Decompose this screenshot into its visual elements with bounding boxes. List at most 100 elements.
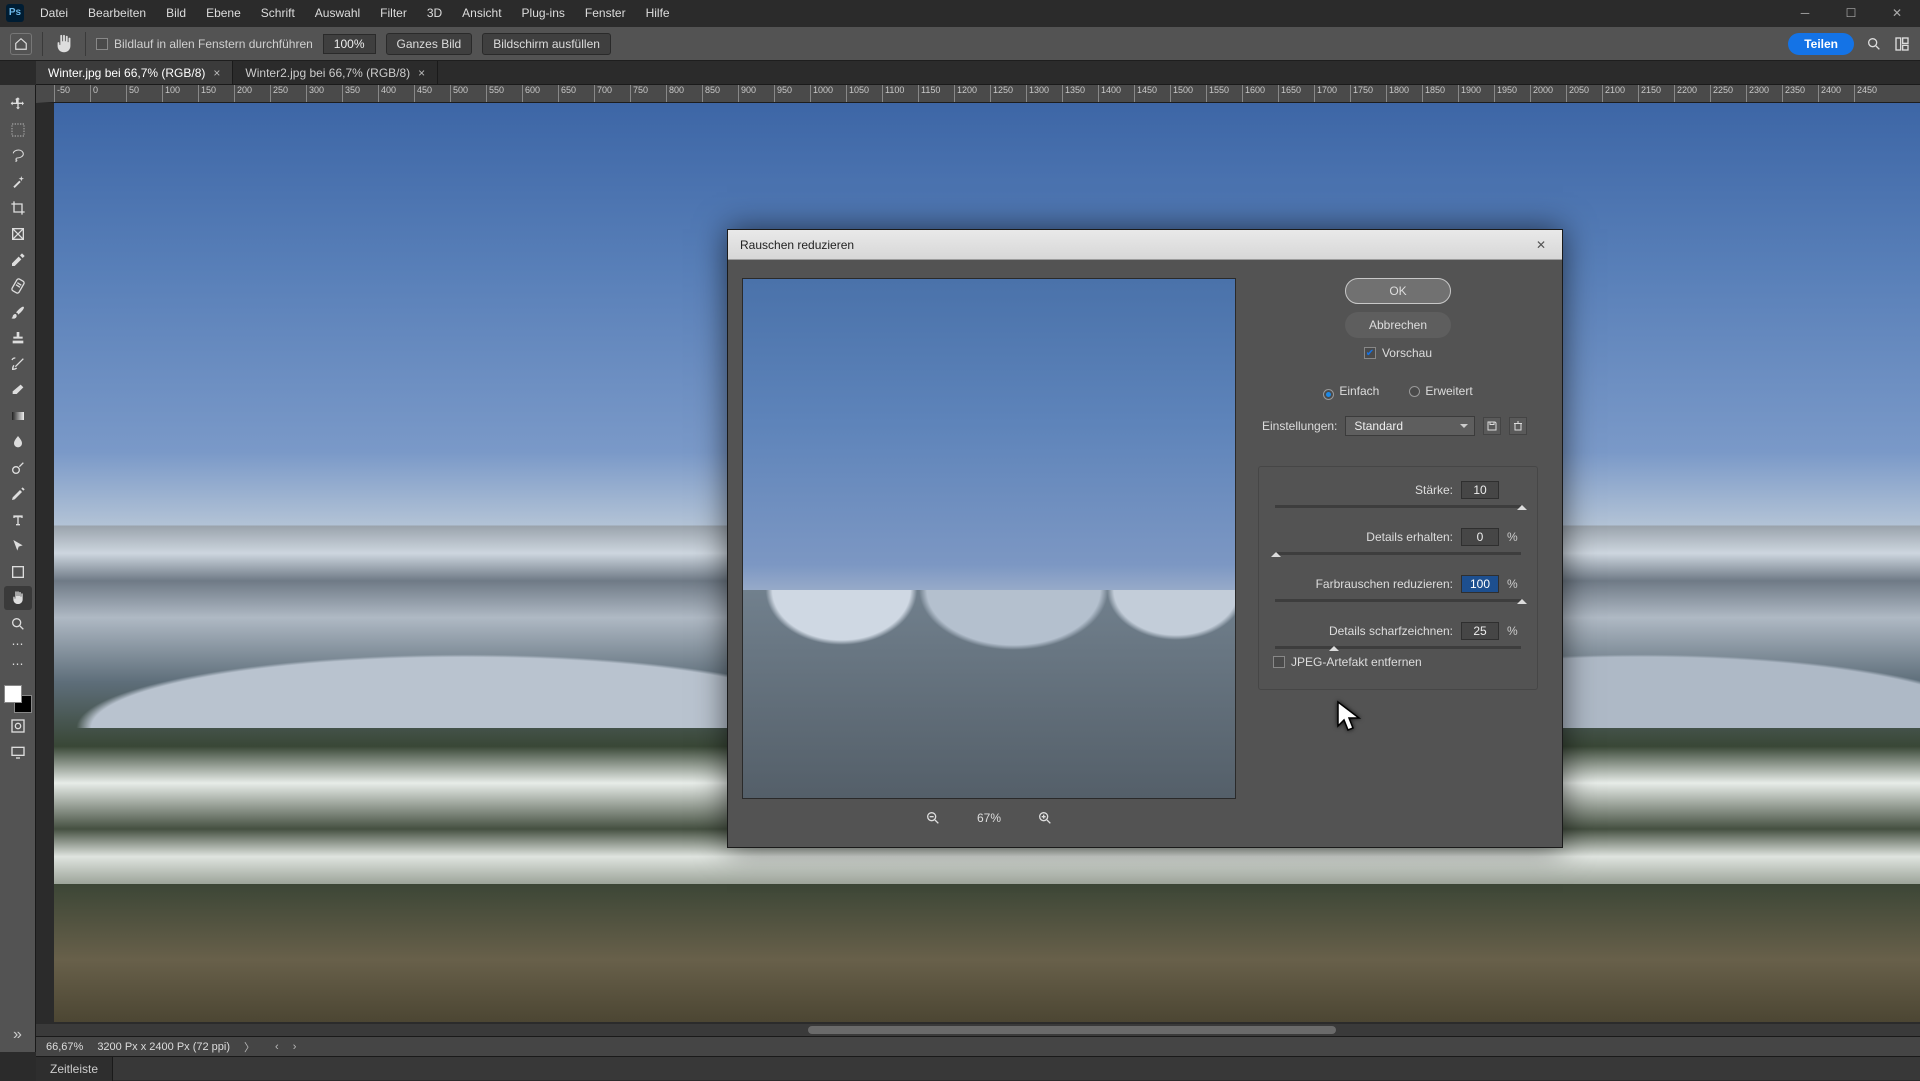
close-icon[interactable]: × [213, 66, 220, 80]
delete-preset-icon[interactable] [1509, 417, 1527, 435]
window-minimize-icon[interactable]: ─ [1782, 0, 1828, 26]
zoom-tool-icon[interactable] [4, 612, 32, 636]
gradient-tool-icon[interactable] [4, 404, 32, 428]
zoom-in-icon[interactable] [1037, 810, 1053, 826]
blur-tool-icon[interactable] [4, 430, 32, 454]
quickmask-icon[interactable] [4, 714, 32, 738]
wand-tool-icon[interactable] [4, 170, 32, 194]
eraser-tool-icon[interactable] [4, 378, 32, 402]
save-preset-icon[interactable] [1483, 417, 1501, 435]
document-tabs: Winter.jpg bei 66,7% (RGB/8) × Winter2.j… [36, 61, 1920, 85]
color-label: Farbrauschen reduzieren: [1316, 577, 1453, 591]
status-zoom[interactable]: 66,67% [46, 1041, 83, 1053]
lasso-tool-icon[interactable] [4, 144, 32, 168]
tab-winter2[interactable]: Winter2.jpg bei 66,7% (RGB/8) × [233, 61, 438, 84]
menu-ansicht[interactable]: Ansicht [452, 0, 511, 26]
foreground-color[interactable] [4, 685, 22, 703]
type-tool-icon[interactable] [4, 508, 32, 532]
history-brush-icon[interactable] [4, 352, 32, 376]
path-select-icon[interactable] [4, 534, 32, 558]
close-icon[interactable]: × [418, 66, 425, 80]
brush-tool-icon[interactable] [4, 300, 32, 324]
pen-tool-icon[interactable] [4, 482, 32, 506]
horizontal-scrollbar[interactable] [36, 1024, 1920, 1036]
settings-combo[interactable]: Standard [1345, 416, 1475, 436]
tab-label: Winter2.jpg bei 66,7% (RGB/8) [245, 66, 410, 80]
color-slider[interactable] [1275, 599, 1521, 602]
preview-image[interactable] [742, 278, 1236, 799]
menu-fenster[interactable]: Fenster [575, 0, 636, 26]
close-icon[interactable]: ✕ [1532, 236, 1550, 254]
color-input[interactable]: 100 [1461, 575, 1499, 593]
stamp-tool-icon[interactable] [4, 326, 32, 350]
status-left-icon[interactable]: ‹ [275, 1041, 279, 1053]
preview-zoom-value: 67% [977, 811, 1001, 825]
color-row: Farbrauschen reduzieren: 100 % [1273, 575, 1523, 602]
dodge-tool-icon[interactable] [4, 456, 32, 480]
tab-winter[interactable]: Winter.jpg bei 66,7% (RGB/8) × [36, 61, 233, 84]
options-bar: Bildlauf in allen Fenstern durchführen 1… [0, 27, 1920, 61]
window-close-icon[interactable]: ✕ [1874, 0, 1920, 26]
menu-hilfe[interactable]: Hilfe [636, 0, 680, 26]
ok-button[interactable]: OK [1345, 278, 1451, 304]
strength-input[interactable]: 10 [1461, 481, 1499, 499]
menu-plugins[interactable]: Plug-ins [512, 0, 575, 26]
move-tool-icon[interactable] [4, 92, 32, 116]
menu-datei[interactable]: Datei [30, 0, 78, 26]
zoom-field[interactable]: 100% [323, 34, 376, 54]
zoom-out-icon[interactable] [925, 810, 941, 826]
menu-filter[interactable]: Filter [370, 0, 417, 26]
unit: % [1507, 577, 1523, 591]
marquee-tool-icon[interactable] [4, 118, 32, 142]
dialog-titlebar[interactable]: Rauschen reduzieren ✕ [728, 230, 1562, 260]
menu-auswahl[interactable]: Auswahl [305, 0, 370, 26]
fit-whole-button[interactable]: Ganzes Bild [386, 33, 473, 55]
settings-label: Einstellungen: [1262, 419, 1337, 433]
frame-tool-icon[interactable] [4, 222, 32, 246]
menu-bearbeiten[interactable]: Bearbeiten [78, 0, 156, 26]
menu-schrift[interactable]: Schrift [251, 0, 305, 26]
fit-screen-button[interactable]: Bildschirm ausfüllen [482, 33, 611, 55]
preview-checkbox[interactable]: ✔ Vorschau [1364, 346, 1432, 360]
mode-simple-radio[interactable]: Einfach [1323, 384, 1379, 400]
workspace-icon[interactable] [1894, 36, 1910, 52]
screenmode-icon[interactable] [4, 740, 32, 764]
menu-ebene[interactable]: Ebene [196, 0, 251, 26]
dialog-controls: OK Abbrechen ✔ Vorschau Einfach Erweiter… [1236, 278, 1548, 837]
menu-3d[interactable]: 3D [417, 0, 452, 26]
scrollbar-thumb[interactable] [808, 1026, 1336, 1034]
share-button[interactable]: Teilen [1788, 33, 1854, 55]
eyedropper-tool-icon[interactable] [4, 248, 32, 272]
shape-tool-icon[interactable] [4, 560, 32, 584]
search-icon[interactable] [1866, 36, 1882, 52]
cancel-button[interactable]: Abbrechen [1345, 312, 1451, 338]
heal-tool-icon[interactable] [4, 274, 32, 298]
color-swatches[interactable] [4, 685, 32, 713]
status-arrow-icon[interactable]: 〉 [244, 1039, 255, 1055]
edit-toolbar-icon[interactable]: ⋯ [4, 652, 32, 676]
timeline-tab[interactable]: Zeitleiste [36, 1057, 113, 1081]
jpeg-artifact-checkbox[interactable]: JPEG-Artefakt entfernen [1273, 655, 1523, 669]
scroll-all-checkbox[interactable]: Bildlauf in allen Fenstern durchführen [96, 37, 313, 51]
strength-label: Stärke: [1415, 483, 1453, 497]
status-right-icon[interactable]: › [293, 1041, 297, 1053]
sharpen-slider[interactable] [1275, 646, 1521, 649]
checkbox-icon [1273, 656, 1285, 668]
home-icon[interactable] [10, 33, 32, 55]
window-maximize-icon[interactable]: ☐ [1828, 0, 1874, 26]
slider-group: Stärke: 10 Details erhalten: 0 % [1258, 466, 1538, 690]
preserve-slider[interactable] [1275, 552, 1521, 555]
dialog-preview-pane: 67% [742, 278, 1236, 837]
mode-advanced-radio[interactable]: Erweitert [1409, 384, 1472, 400]
menubar: Datei Bearbeiten Bild Ebene Schrift Ausw… [30, 0, 680, 26]
toolbox: ⋯ ⋯ » [0, 85, 36, 1052]
hand-tool-icon[interactable] [4, 586, 32, 610]
preserve-input[interactable]: 0 [1461, 528, 1499, 546]
strength-slider[interactable] [1275, 505, 1521, 508]
tab-label: Winter.jpg bei 66,7% (RGB/8) [48, 66, 205, 80]
expand-toolbox-icon[interactable]: » [13, 1026, 22, 1044]
crop-tool-icon[interactable] [4, 196, 32, 220]
sharpen-input[interactable]: 25 [1461, 622, 1499, 640]
menu-bild[interactable]: Bild [156, 0, 196, 26]
hand-tool-icon[interactable] [53, 33, 75, 55]
